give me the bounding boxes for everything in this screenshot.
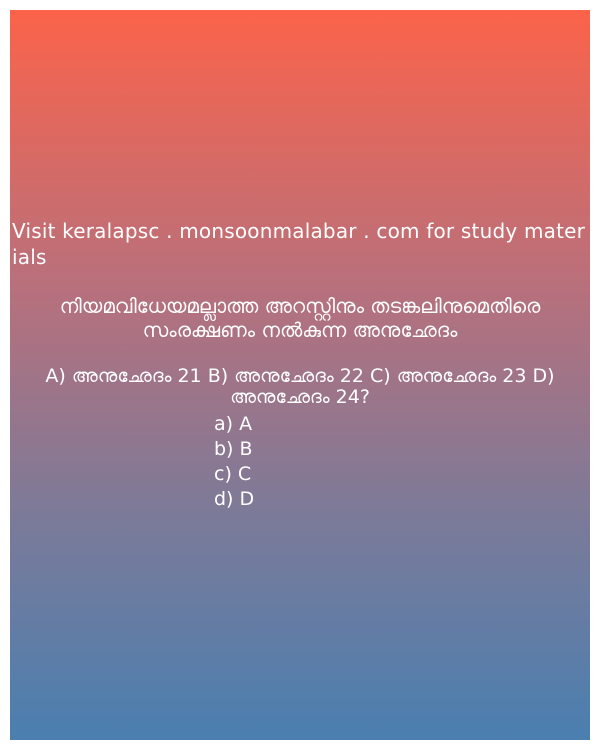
question-text: നിയമവിധേയമല്ലാത്ത അറസ്റ്റിനും തടങ്കലിനുമ… (59, 294, 541, 342)
option-b[interactable]: b) B (214, 437, 254, 462)
options-list: a) A b) B c) C d) D (214, 412, 254, 512)
option-d[interactable]: d) D (214, 487, 254, 512)
promo-text: Visit keralapsc . monsoonmalabar . com f… (12, 219, 586, 269)
choices-line: A) അനുഛേദം 21 B) അനുഛേദം 22 C) അനുഛേദം 2… (45, 365, 555, 408)
option-c[interactable]: c) C (214, 462, 254, 487)
quiz-card: Visit keralapsc . monsoonmalabar . com f… (10, 10, 590, 740)
option-a[interactable]: a) A (214, 412, 254, 437)
